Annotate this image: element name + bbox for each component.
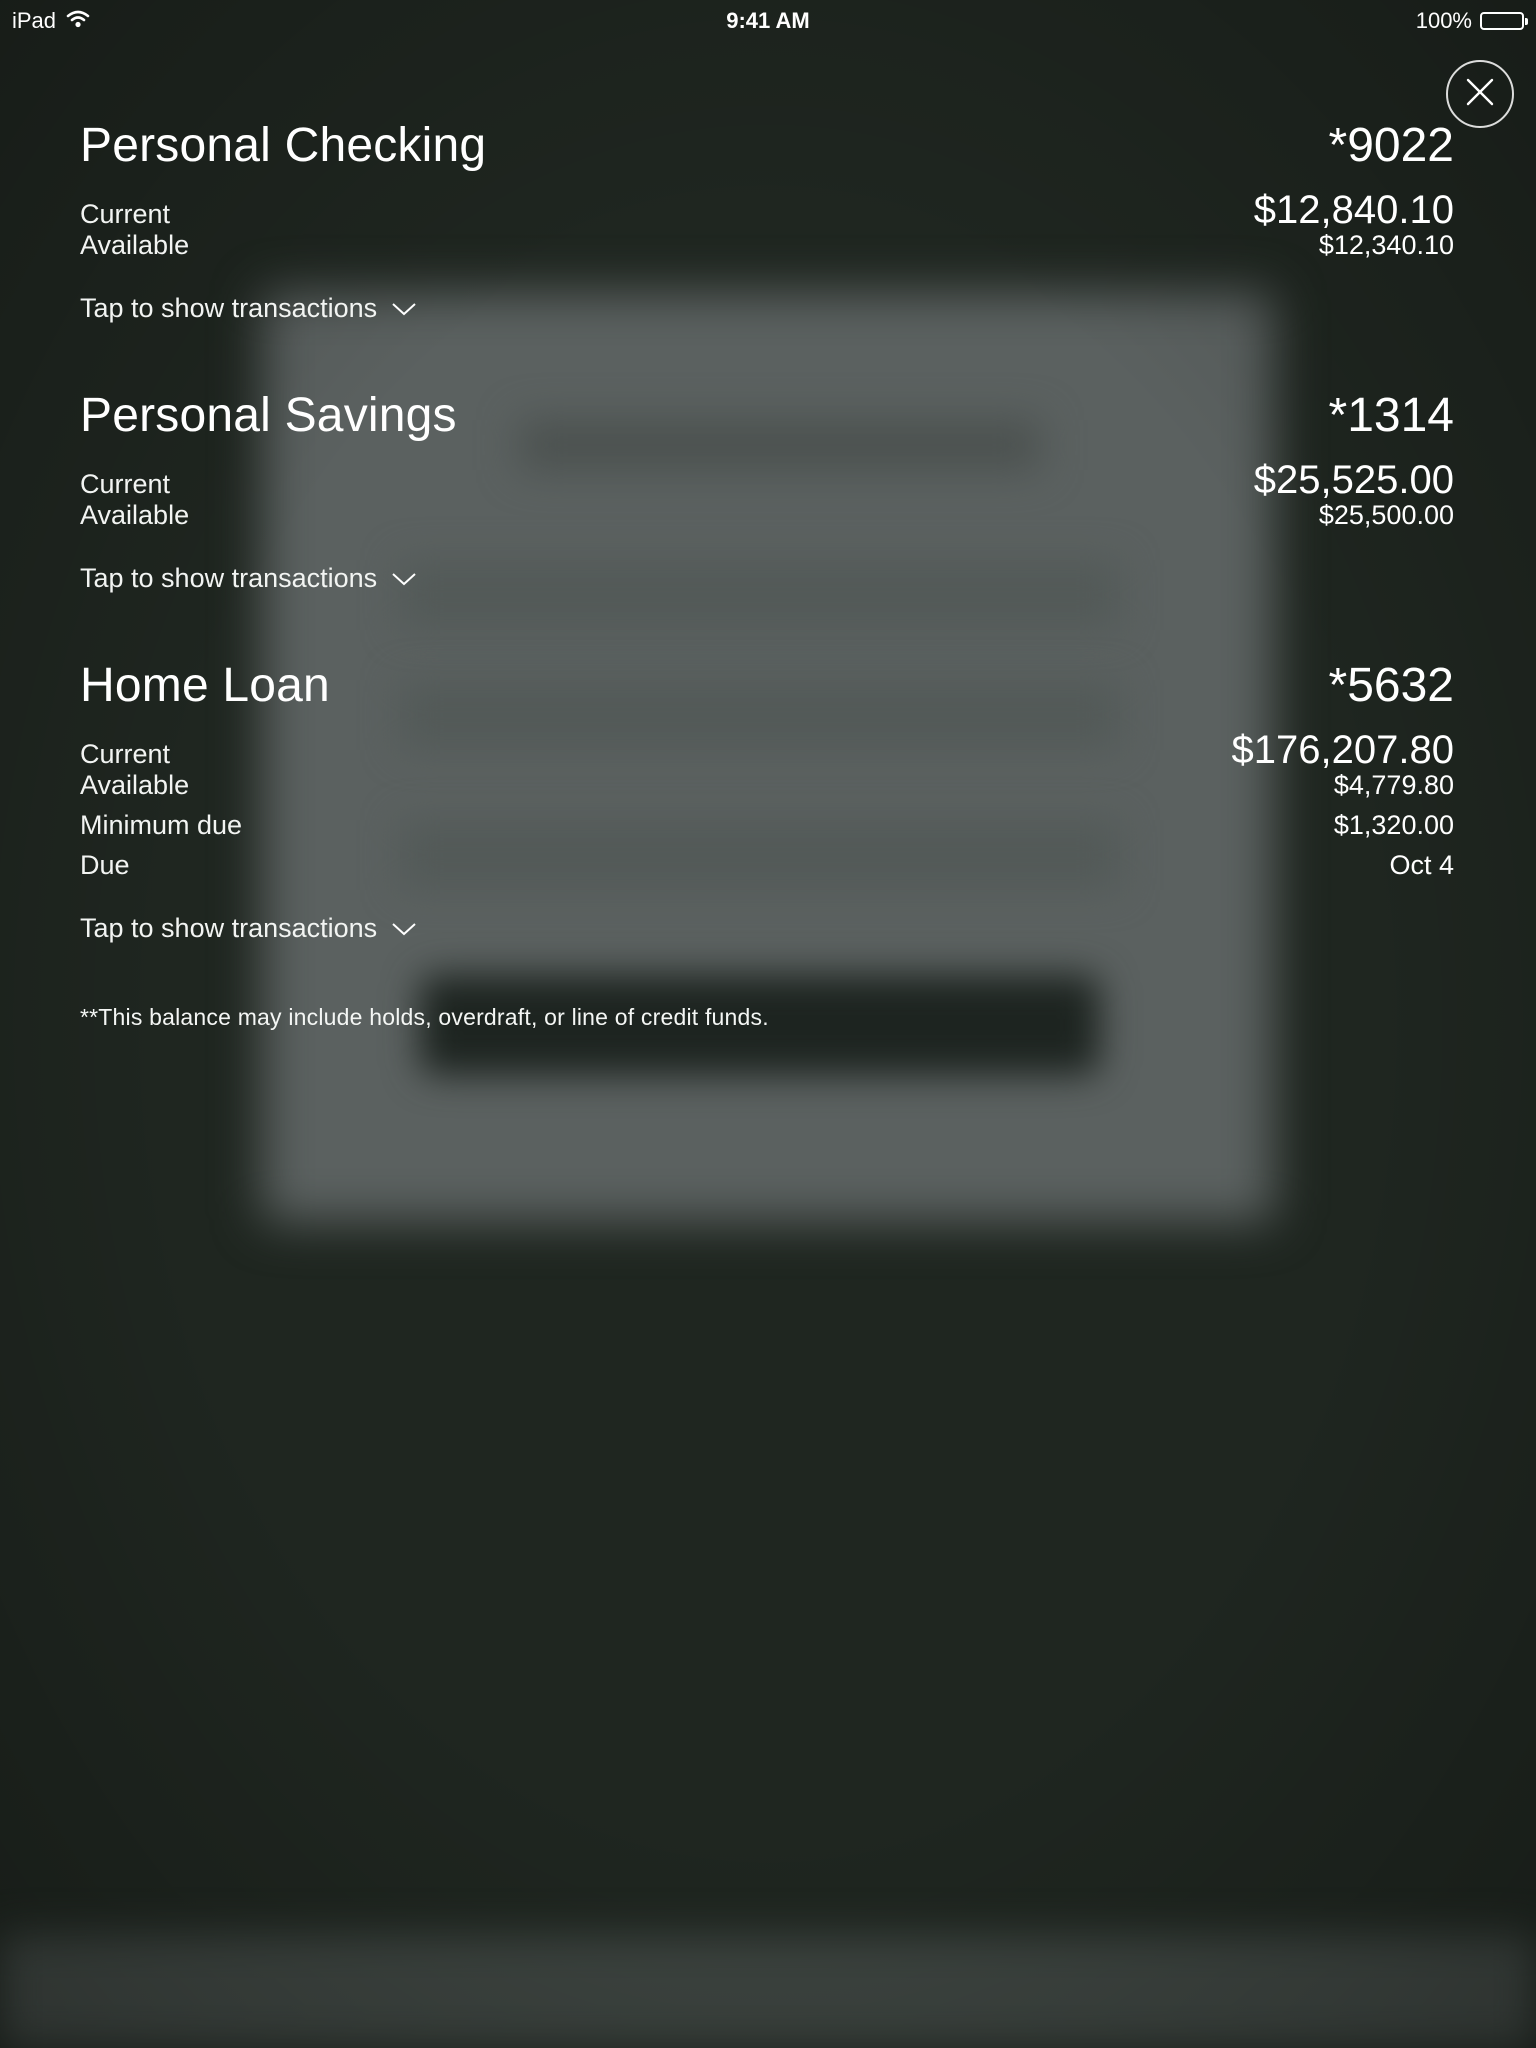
- balance-value: $1,320.00: [1333, 810, 1454, 840]
- account-personal-checking: Personal Checking *9022 Current $12,840.…: [80, 118, 1454, 328]
- show-transactions-toggle[interactable]: Tap to show transactions: [80, 908, 417, 948]
- balance-label: Available: [80, 770, 190, 800]
- balance-value: $4,779.80: [1333, 770, 1454, 800]
- close-button[interactable]: [1446, 60, 1514, 128]
- balance-value: $25,525.00: [1253, 458, 1454, 502]
- balance-row-due-date: Due Oct 4: [80, 850, 1454, 890]
- balance-disclaimer: **This balance may include holds, overdr…: [80, 1004, 769, 1030]
- account-number: *9022: [1328, 119, 1454, 172]
- balance-row-current: Current $25,525.00: [80, 458, 1454, 502]
- balance-row-available: Available $12,340.10: [80, 230, 1454, 270]
- toggle-label: Tap to show transactions: [80, 292, 378, 323]
- show-transactions-toggle[interactable]: Tap to show transactions: [80, 558, 417, 598]
- close-icon: [1465, 77, 1495, 112]
- balance-label: Available: [80, 500, 190, 530]
- account-home-loan: Home Loan *5632 Current $176,207.80 Avai…: [80, 658, 1454, 948]
- balance-label: Available: [80, 230, 190, 260]
- status-bar: iPad 9:41 AM 100%: [0, 0, 1536, 40]
- account-name: Personal Savings: [80, 389, 457, 442]
- status-right: 100%: [1415, 8, 1528, 34]
- balance-label: Current: [80, 739, 171, 769]
- account-personal-savings: Personal Savings *1314 Current $25,525.0…: [80, 388, 1454, 598]
- balance-label: Current: [80, 469, 171, 499]
- chevron-down-icon: [391, 913, 417, 944]
- balance-value: $176,207.80: [1231, 728, 1454, 772]
- account-header: Home Loan *5632: [80, 658, 1454, 720]
- balance-value: Oct 4: [1389, 850, 1454, 880]
- account-header: Personal Checking *9022: [80, 118, 1454, 180]
- balance-label: Minimum due: [80, 810, 243, 840]
- account-number: *5632: [1328, 659, 1454, 712]
- balance-row-available: Available $25,500.00: [80, 500, 1454, 540]
- blurred-background-toolbar: [0, 1935, 1536, 2048]
- balance-value: $12,840.10: [1253, 188, 1454, 232]
- chevron-down-icon: [391, 563, 417, 594]
- balance-row-current: Current $176,207.80: [80, 728, 1454, 772]
- balance-row-available: Available $4,779.80: [80, 770, 1454, 810]
- balance-label: Current: [80, 199, 171, 229]
- balance-label: Due: [80, 850, 130, 880]
- status-time: 9:41 AM: [726, 8, 810, 33]
- account-number: *1314: [1328, 389, 1454, 442]
- account-name: Home Loan: [80, 659, 330, 712]
- battery-percent: 100%: [1415, 8, 1472, 33]
- account-summary: Personal Checking *9022 Current $12,840.…: [80, 118, 1454, 1031]
- balance-value: $12,340.10: [1318, 230, 1454, 260]
- chevron-down-icon: [391, 293, 417, 324]
- toggle-label: Tap to show transactions: [80, 562, 378, 593]
- account-name: Personal Checking: [80, 119, 487, 172]
- show-transactions-toggle[interactable]: Tap to show transactions: [80, 288, 417, 328]
- balance-value: $25,500.00: [1318, 500, 1454, 530]
- battery-icon: [1480, 12, 1528, 30]
- balance-row-minimum-due: Minimum due $1,320.00: [80, 810, 1454, 850]
- account-header: Personal Savings *1314: [80, 388, 1454, 450]
- balance-row-current: Current $12,840.10: [80, 188, 1454, 232]
- toggle-label: Tap to show transactions: [80, 912, 378, 943]
